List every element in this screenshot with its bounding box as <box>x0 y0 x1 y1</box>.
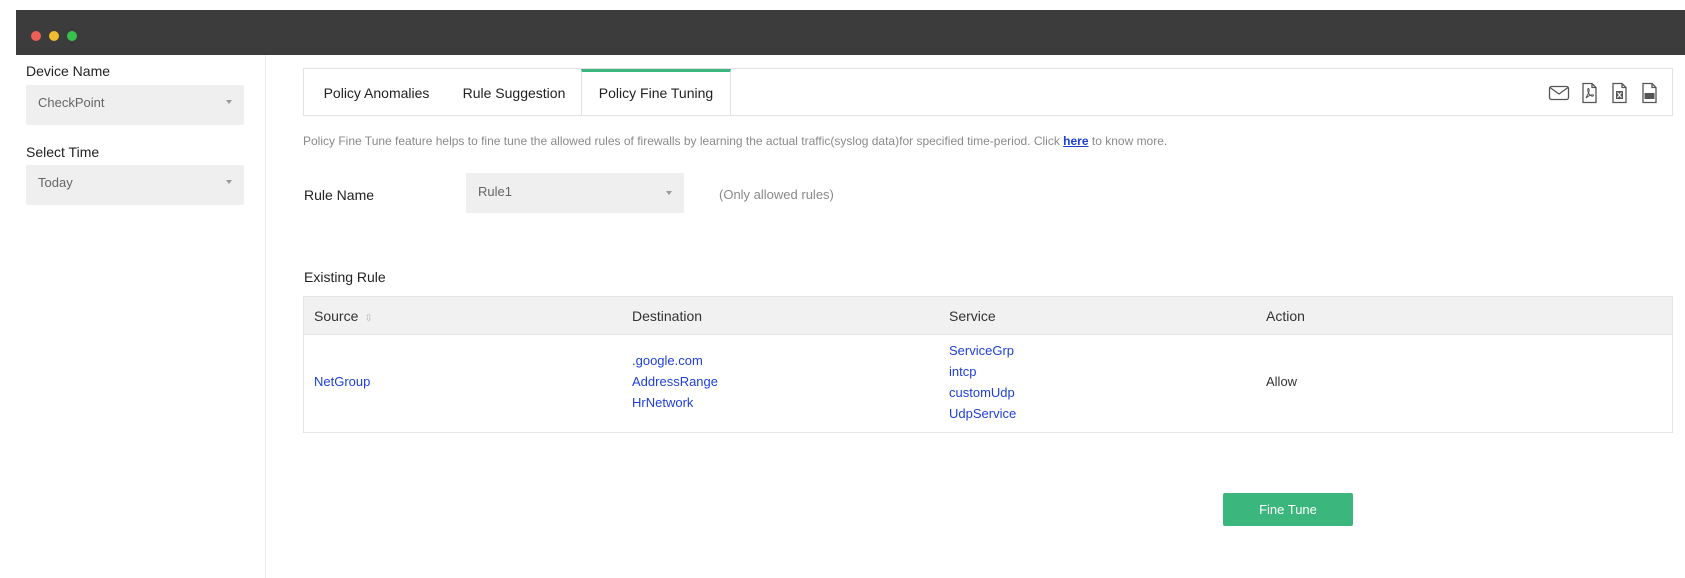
export-toolbar <box>1548 82 1660 104</box>
service-link[interactable]: UdpService <box>949 403 1016 424</box>
chevron-down-icon <box>226 100 232 104</box>
select-time-select[interactable]: Today <box>26 165 244 205</box>
tab-policy-anomalies[interactable]: Policy Anomalies <box>304 69 449 115</box>
chevron-down-icon <box>666 191 672 195</box>
rule-name-value: Rule1 <box>478 184 512 199</box>
sort-icon: ⇳ <box>364 313 373 324</box>
destination-link[interactable]: .google.com <box>632 350 718 371</box>
column-header-destination: Destination <box>632 308 703 324</box>
fine-tune-button[interactable]: Fine Tune <box>1223 493 1353 526</box>
tab-policy-fine-tuning[interactable]: Policy Fine Tuning <box>581 69 731 115</box>
service-link[interactable]: intcp <box>949 361 1016 382</box>
rule-name-select[interactable]: Rule1 <box>466 173 684 213</box>
chevron-down-icon <box>226 180 232 184</box>
destination-link[interactable]: HrNetwork <box>632 392 718 413</box>
rule-name-note: (Only allowed rules) <box>719 187 834 202</box>
main-content: Policy Anomalies Rule Suggestion Policy … <box>266 55 1685 578</box>
source-cell: NetGroup <box>314 371 370 392</box>
column-header-action: Action <box>1266 308 1305 324</box>
rule-name-label: Rule Name <box>304 187 375 203</box>
app-window: Device Name CheckPoint Select Time Today… <box>16 10 1685 578</box>
tab-bar: Policy Anomalies Rule Suggestion Policy … <box>303 68 1673 116</box>
window-titlebar <box>16 10 1685 55</box>
existing-rule-table: Source ⇳ Destination Service Action NetGr… <box>303 296 1673 433</box>
column-header-service: Service <box>949 308 996 324</box>
csv-icon[interactable] <box>1638 82 1660 104</box>
destination-cell: .google.com AddressRange HrNetwork <box>632 350 718 413</box>
table-header: Source ⇳ Destination Service Action <box>304 297 1672 335</box>
maximize-window-button[interactable] <box>67 31 77 41</box>
destination-link[interactable]: AddressRange <box>632 371 718 392</box>
excel-icon[interactable] <box>1608 82 1630 104</box>
minimize-window-button[interactable] <box>49 31 59 41</box>
select-time-value: Today <box>38 175 73 190</box>
source-link[interactable]: NetGroup <box>314 371 370 392</box>
feature-description-text: Policy Fine Tune feature helps to fine t… <box>303 134 1060 148</box>
service-link[interactable]: customUdp <box>949 382 1016 403</box>
service-cell: ServiceGrp intcp customUdp UdpService <box>949 340 1016 424</box>
feature-description-suffix: to know more. <box>1091 134 1168 148</box>
device-name-select[interactable]: CheckPoint <box>26 85 244 125</box>
mail-icon[interactable] <box>1548 82 1570 104</box>
device-name-value: CheckPoint <box>38 95 105 110</box>
existing-rule-heading: Existing Rule <box>304 269 386 285</box>
service-link[interactable]: ServiceGrp <box>949 340 1016 361</box>
select-time-label: Select Time <box>26 144 100 160</box>
close-window-button[interactable] <box>31 31 41 41</box>
device-name-label: Device Name <box>26 63 111 79</box>
action-cell: Allow <box>1266 374 1298 389</box>
here-link[interactable]: here <box>1063 134 1088 148</box>
column-header-source[interactable]: Source ⇳ <box>314 308 373 324</box>
pdf-icon[interactable] <box>1578 82 1600 104</box>
feature-description: Policy Fine Tune feature helps to fine t… <box>303 134 1167 148</box>
tab-rule-suggestion[interactable]: Rule Suggestion <box>449 69 579 115</box>
sidebar: Device Name CheckPoint Select Time Today <box>16 55 266 578</box>
